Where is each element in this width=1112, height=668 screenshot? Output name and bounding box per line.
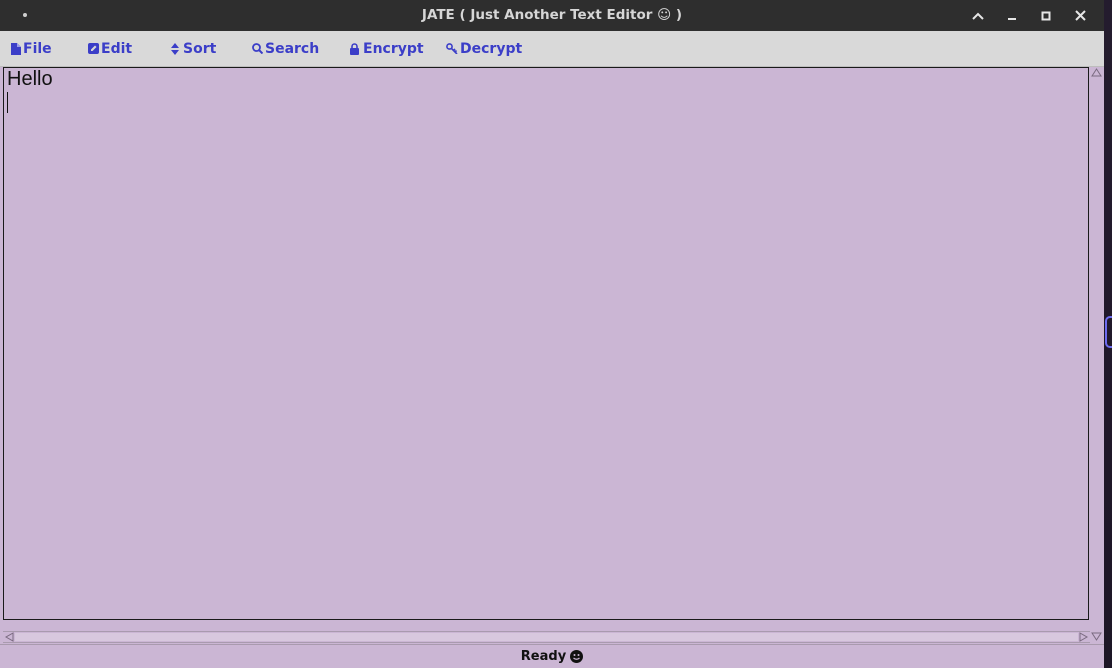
menu-bar: File Edit Sort Search Encrypt Decrypt	[0, 31, 1104, 67]
edit-menu-label: Edit	[101, 40, 133, 57]
file-menu-label: File	[23, 40, 52, 57]
smiley-icon	[570, 650, 584, 663]
edit-menu[interactable]: Edit	[88, 31, 132, 66]
status-bar: Ready	[0, 644, 1104, 668]
title-bar: JATE ( Just Another Text Editor ☺ )	[0, 0, 1104, 31]
decrypt-menu-label: Decrypt	[460, 40, 523, 57]
scroll-down-arrow-icon[interactable]	[1090, 631, 1103, 642]
text-editor-area[interactable]: Hello	[3, 67, 1089, 620]
scroll-right-arrow-icon[interactable]	[1078, 632, 1089, 642]
sort-icon	[171, 42, 179, 55]
window-title: JATE ( Just Another Text Editor ☺ )	[421, 7, 683, 23]
search-menu-label: Search	[265, 40, 320, 57]
horizontal-scrollbar[interactable]	[3, 631, 1090, 643]
scroll-left-arrow-icon[interactable]	[4, 632, 15, 642]
editor-text[interactable]: Hello	[7, 68, 53, 90]
text-cursor	[7, 92, 8, 113]
app-window: JATE ( Just Another Text Editor ☺ ) File…	[0, 0, 1104, 668]
horizontal-scroll-thumb[interactable]	[15, 633, 1078, 641]
encrypt-menu-label: Encrypt	[363, 40, 424, 57]
key-icon	[446, 43, 458, 54]
encrypt-menu[interactable]: Encrypt	[350, 31, 424, 66]
sort-menu[interactable]: Sort	[171, 31, 216, 66]
vertical-scrollbar[interactable]	[1090, 67, 1103, 642]
decrypt-menu[interactable]: Decrypt	[446, 31, 522, 66]
sort-menu-label: Sort	[183, 40, 217, 57]
search-icon	[252, 43, 263, 54]
status-text: Ready	[520, 649, 567, 664]
chevron-up-icon[interactable]	[963, 0, 993, 31]
lock-icon	[350, 42, 359, 55]
scroll-up-arrow-icon[interactable]	[1090, 67, 1103, 78]
desktop-edge-handle	[1105, 316, 1112, 348]
maximize-icon[interactable]	[1031, 0, 1061, 31]
minimize-icon[interactable]	[997, 0, 1027, 31]
file-icon	[11, 42, 21, 55]
search-menu[interactable]: Search	[252, 31, 319, 66]
file-menu[interactable]: File	[11, 31, 52, 66]
edit-icon	[88, 43, 99, 54]
close-icon[interactable]	[1065, 0, 1095, 31]
